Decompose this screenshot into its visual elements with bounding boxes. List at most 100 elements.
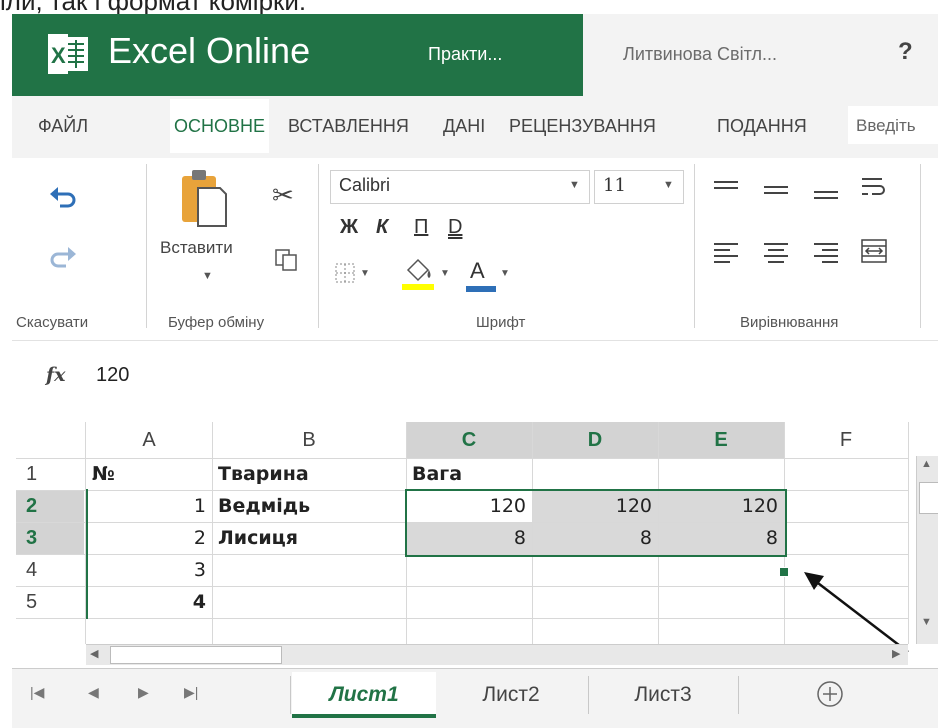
column-header-f[interactable]: F — [784, 422, 908, 458]
align-middle-icon[interactable] — [762, 178, 790, 200]
font-size-select[interactable]: 11 ▼ — [594, 170, 684, 204]
cell-d1[interactable] — [532, 458, 658, 490]
cell-b2[interactable]: Ведмідь — [212, 490, 406, 522]
tab-file[interactable]: ФАЙЛ — [38, 116, 88, 137]
wrap-text-icon[interactable] — [860, 176, 888, 200]
italic-button[interactable]: К — [376, 216, 388, 239]
row-selection-indicator — [86, 489, 88, 619]
borders-icon[interactable] — [334, 262, 356, 284]
align-right-icon[interactable] — [812, 240, 840, 264]
sheet-tab-3[interactable]: Лист3 — [590, 672, 736, 718]
formula-input[interactable]: 120 — [96, 364, 129, 387]
grid-line — [16, 618, 908, 619]
row-header-4[interactable]: 4 — [16, 554, 84, 586]
cell-c1[interactable]: Вага — [406, 458, 532, 490]
align-left-icon[interactable] — [712, 240, 740, 264]
tab-data[interactable]: ДАНІ — [443, 116, 485, 137]
merge-center-icon[interactable] — [860, 238, 888, 264]
double-underline-button[interactable]: D — [448, 216, 462, 239]
chevron-down-icon: ▼ — [569, 179, 580, 191]
group-separator — [694, 164, 695, 328]
next-sheet-icon[interactable]: ▶ — [138, 684, 149, 701]
scrollbar-thumb[interactable] — [110, 646, 282, 664]
undo-group-label: Скасувати — [16, 314, 89, 331]
align-bottom-icon[interactable] — [812, 178, 840, 200]
tab-divider — [290, 676, 291, 714]
alignment-group-label: Вирівнювання — [740, 314, 839, 331]
tab-view[interactable]: ПОДАННЯ — [717, 116, 807, 137]
column-header-a[interactable]: A — [86, 422, 212, 458]
app-name[interactable]: Excel Online — [108, 30, 310, 72]
tab-divider — [588, 676, 589, 714]
align-top-icon[interactable] — [712, 178, 740, 200]
bold-button[interactable]: Ж — [340, 216, 358, 239]
font-color-swatch[interactable] — [466, 286, 496, 292]
tab-insert[interactable]: ВСТАВЛЕННЯ — [288, 116, 409, 137]
paste-button[interactable]: Вставити — [160, 238, 233, 258]
excel-logo-icon[interactable]: X — [48, 34, 90, 74]
scroll-down-icon[interactable]: ▼ — [921, 616, 932, 628]
group-separator — [146, 164, 147, 328]
last-sheet-icon[interactable]: ▶| — [184, 684, 198, 701]
user-name[interactable]: Литвинова Світл... — [623, 44, 777, 65]
cell-a3[interactable]: 2 — [86, 522, 212, 554]
tell-me-search[interactable]: Введіть — [848, 106, 938, 144]
redo-icon[interactable] — [48, 244, 78, 270]
selection-border — [405, 489, 787, 557]
formula-bar — [12, 340, 938, 411]
group-separator — [920, 164, 921, 328]
scrollbar-thumb[interactable] — [919, 482, 938, 514]
row-header-3[interactable]: 3 — [16, 522, 84, 554]
function-icon[interactable]: fx — [46, 364, 66, 386]
column-header-c[interactable]: C — [406, 422, 532, 458]
paste-dropdown-arrow-icon[interactable]: ▼ — [202, 270, 213, 282]
group-separator — [318, 164, 319, 328]
column-header-e[interactable]: E — [658, 422, 784, 458]
copy-icon[interactable] — [274, 248, 298, 272]
scroll-right-icon[interactable]: ▶ — [892, 647, 900, 660]
cell-b1[interactable]: Тварина — [212, 458, 406, 490]
font-size-value: 11 — [603, 175, 626, 196]
clipboard-group-label: Буфер обміну — [168, 314, 265, 331]
fill-handle[interactable] — [779, 567, 789, 577]
row-header-2[interactable]: 2 — [16, 490, 84, 522]
column-header-b[interactable]: B — [212, 422, 406, 458]
cell-a4[interactable]: 3 — [86, 554, 212, 586]
document-title[interactable]: Практи... — [428, 44, 502, 65]
chevron-down-icon: ▼ — [663, 179, 674, 191]
previous-sheet-icon[interactable]: ◀ — [88, 684, 99, 701]
font-name-value: Calibri — [339, 175, 391, 195]
paste-icon[interactable] — [180, 168, 228, 230]
row-header-1[interactable]: 1 — [16, 458, 84, 490]
chevron-down-icon[interactable]: ▼ — [360, 268, 370, 279]
vertical-scrollbar[interactable]: ▲ ▼ — [916, 456, 938, 644]
scroll-left-icon[interactable]: ◀ — [90, 647, 98, 660]
undo-icon[interactable] — [48, 184, 78, 210]
font-color-letter[interactable]: A — [470, 258, 485, 284]
scroll-up-icon[interactable]: ▲ — [921, 458, 932, 470]
fill-color-icon[interactable] — [402, 256, 436, 292]
first-sheet-icon[interactable]: |◀ — [30, 684, 44, 701]
sheet-tab-2[interactable]: Лист2 — [436, 672, 586, 718]
tab-home[interactable]: ОСНОВНЕ — [170, 99, 270, 153]
underline-button[interactable]: П — [414, 216, 428, 239]
cell-a2[interactable]: 1 — [86, 490, 212, 522]
tab-review[interactable]: РЕЦЕНЗУВАННЯ — [509, 116, 656, 137]
cut-icon[interactable]: ✂ — [272, 180, 294, 211]
row-header-5[interactable]: 5 — [16, 586, 84, 618]
add-sheet-icon[interactable] — [816, 680, 844, 708]
tab-divider — [738, 676, 739, 714]
cell-e1[interactable] — [658, 458, 784, 490]
font-name-select[interactable]: Calibri ▼ — [330, 170, 590, 204]
cell-a1[interactable]: № — [86, 458, 212, 490]
chevron-down-icon[interactable]: ▼ — [500, 268, 510, 279]
column-header-d[interactable]: D — [532, 422, 658, 458]
cell-a5[interactable]: 4 — [86, 586, 212, 618]
horizontal-scrollbar[interactable]: ◀ ▶ — [86, 644, 908, 665]
align-center-icon[interactable] — [762, 240, 790, 264]
chevron-down-icon[interactable]: ▼ — [440, 268, 450, 279]
cell-b3[interactable]: Лисиця — [212, 522, 406, 554]
sheet-tab-1[interactable]: Лист1 — [292, 672, 436, 718]
logo-letter: X — [51, 43, 66, 68]
help-button[interactable]: ? — [898, 38, 913, 66]
